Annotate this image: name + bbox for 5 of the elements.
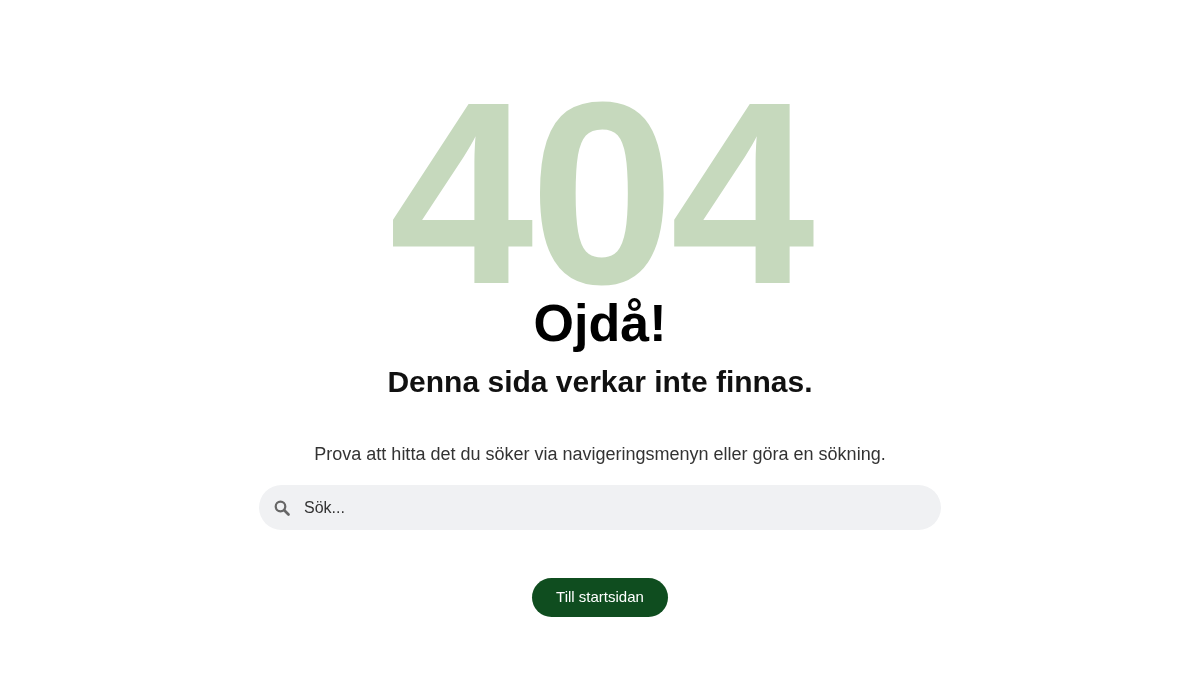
search-icon xyxy=(274,500,290,516)
home-button[interactable]: Till startsidan xyxy=(532,578,668,617)
search-field[interactable]: Sök... xyxy=(259,485,941,530)
page-subheading: Denna sida verkar inte finnas. xyxy=(387,367,813,397)
help-text: Prova att hitta det du söker via navigeringsmenyn eller göra en sökning. xyxy=(314,443,886,465)
